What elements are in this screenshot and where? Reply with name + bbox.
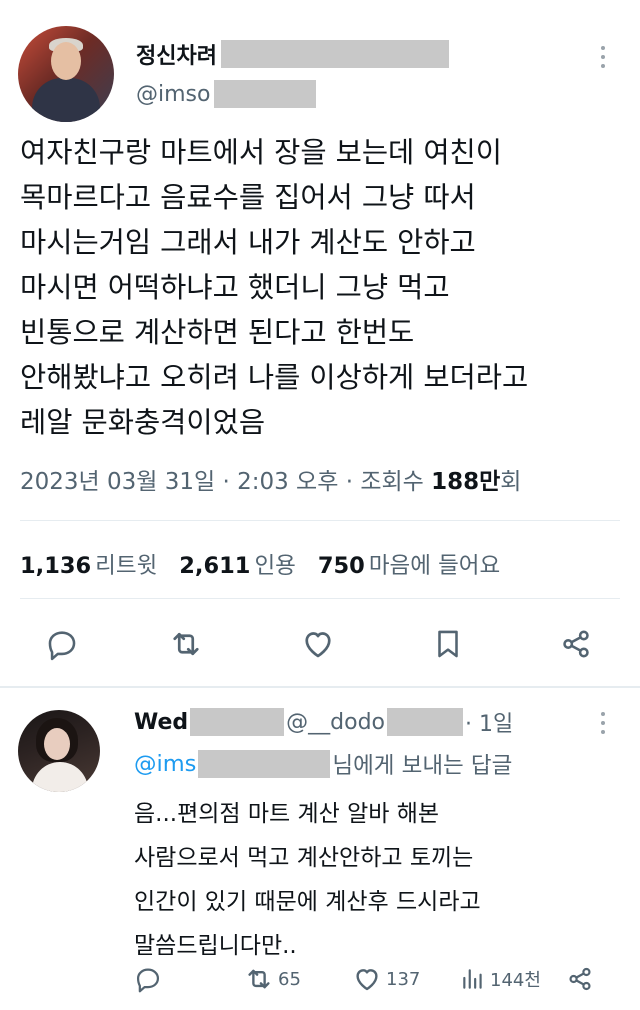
reply-text-line: 사람으로서 먹고 계산안하고 토끼는 <box>134 845 474 871</box>
reply-text-line: 인간이 있기 때문에 계산후 드시라고 <box>134 889 481 915</box>
tweet-text-line: 레알 문화충격이었음 <box>20 406 266 439</box>
more-icon[interactable] <box>601 46 607 68</box>
quotes-label: 인용 <box>254 553 296 579</box>
reply-button[interactable] <box>42 624 82 664</box>
bookmark-button[interactable] <box>428 624 468 664</box>
reply-actions: 65 137 144천 <box>0 962 640 996</box>
reply-text-line: 음...편의점 마트 계산 알바 해본 <box>134 801 440 827</box>
tweet-separator <box>0 686 640 688</box>
mention-link[interactable]: @ims <box>134 751 196 777</box>
author-display-name[interactable]: 정신차려 <box>136 38 217 70</box>
tweet-text-line: 마시는거임 그래서 내가 계산도 안하고 <box>20 226 476 259</box>
view-suffix: 회 <box>500 469 522 495</box>
reply-retweet-button[interactable]: 65 <box>244 962 301 996</box>
quotes-count: 2,611 <box>179 553 251 579</box>
divider <box>20 520 620 521</box>
reply-display-name[interactable]: Wed <box>134 710 188 735</box>
reply-like-count: 137 <box>386 968 421 990</box>
redaction-box <box>198 750 331 778</box>
reply-retweet-count: 65 <box>278 968 301 990</box>
reply-view-count: 144천 <box>490 970 541 991</box>
likes-count: 750 <box>317 553 365 579</box>
tweet-text: 여자친구랑 마트에서 장을 보는데 여친이 목마르다고 음료수를 집어서 그냥 … <box>20 130 630 445</box>
timestamp[interactable]: 2023년 03월 31일 · 2:03 오후 · 조회수 <box>20 469 431 495</box>
reply-icon <box>136 968 160 993</box>
view-count: 188만 <box>431 469 501 495</box>
tweet-text-line: 목마르다고 음료수를 집어서 그냥 따서 <box>20 181 476 214</box>
author-name-line: 정신차려 <box>136 38 449 70</box>
tweet-actions <box>0 624 640 664</box>
redaction-box <box>190 708 285 736</box>
reply-like-button[interactable]: 137 <box>352 962 420 996</box>
reply-author-avatar[interactable] <box>18 710 100 792</box>
redaction-box <box>387 708 464 736</box>
retweet-icon <box>248 969 270 989</box>
share-icon <box>563 630 589 658</box>
tweet-text-line: 마시면 어떡하냐고 했더니 그냥 먹고 <box>20 271 450 304</box>
likes-label: 마음에 들어요 <box>368 553 501 579</box>
reply-header: Wed @__dodo · 1일 <box>134 706 513 738</box>
views-icon <box>463 969 482 989</box>
retweet-icon <box>173 632 199 656</box>
like-button[interactable] <box>298 624 338 664</box>
divider <box>20 598 620 599</box>
reply-time[interactable]: · 1일 <box>465 706 513 738</box>
bookmark-icon <box>438 630 458 658</box>
heart-icon <box>356 969 378 991</box>
more-icon[interactable] <box>601 712 607 734</box>
reply-share-button[interactable] <box>566 962 594 996</box>
redaction-box <box>214 80 317 108</box>
replying-to: @ims 님에게 보내는 답글 <box>134 748 512 780</box>
quotes-stat[interactable]: 2,611 인용 <box>179 548 296 580</box>
tweet-meta: 2023년 03월 31일 · 2:03 오후 · 조회수 188만회 <box>20 462 521 496</box>
retweets-count: 1,136 <box>20 553 92 579</box>
author-handle-line: @imso <box>136 78 317 110</box>
reply-views-button[interactable]: 144천 <box>460 962 541 996</box>
reply-handle[interactable]: @__dodo <box>286 710 385 735</box>
heart-icon <box>305 632 331 658</box>
likes-stat[interactable]: 750 마음에 들어요 <box>318 548 500 580</box>
retweets-label: 리트윗 <box>95 553 158 579</box>
retweet-button[interactable] <box>166 624 206 664</box>
tweet-text-line: 빈통으로 계산하면 된다고 한번도 <box>20 316 415 349</box>
retweets-stat[interactable]: 1,136 리트윗 <box>20 548 157 580</box>
tweet-text-line: 여자친구랑 마트에서 장을 보는데 여친이 <box>20 136 502 169</box>
redaction-box <box>220 40 449 68</box>
share-button[interactable] <box>556 624 596 664</box>
author-avatar[interactable] <box>18 26 114 122</box>
reply-icon <box>48 631 76 661</box>
tweet-text-line: 안해봤냐고 오히려 나를 이상하게 보더라고 <box>20 361 529 394</box>
share-icon <box>569 967 591 991</box>
replying-to-label: 님에게 보내는 답글 <box>332 753 513 779</box>
author-handle[interactable]: @imso <box>136 82 210 107</box>
reply-text: 음...편의점 마트 계산 알바 해본 사람으로서 먹고 계산안하고 토끼는 인… <box>134 792 634 968</box>
tweet-stats: 1,136 리트윗 2,611 인용 750 마음에 들어요 <box>20 548 500 580</box>
reply-reply-button[interactable] <box>134 962 162 996</box>
